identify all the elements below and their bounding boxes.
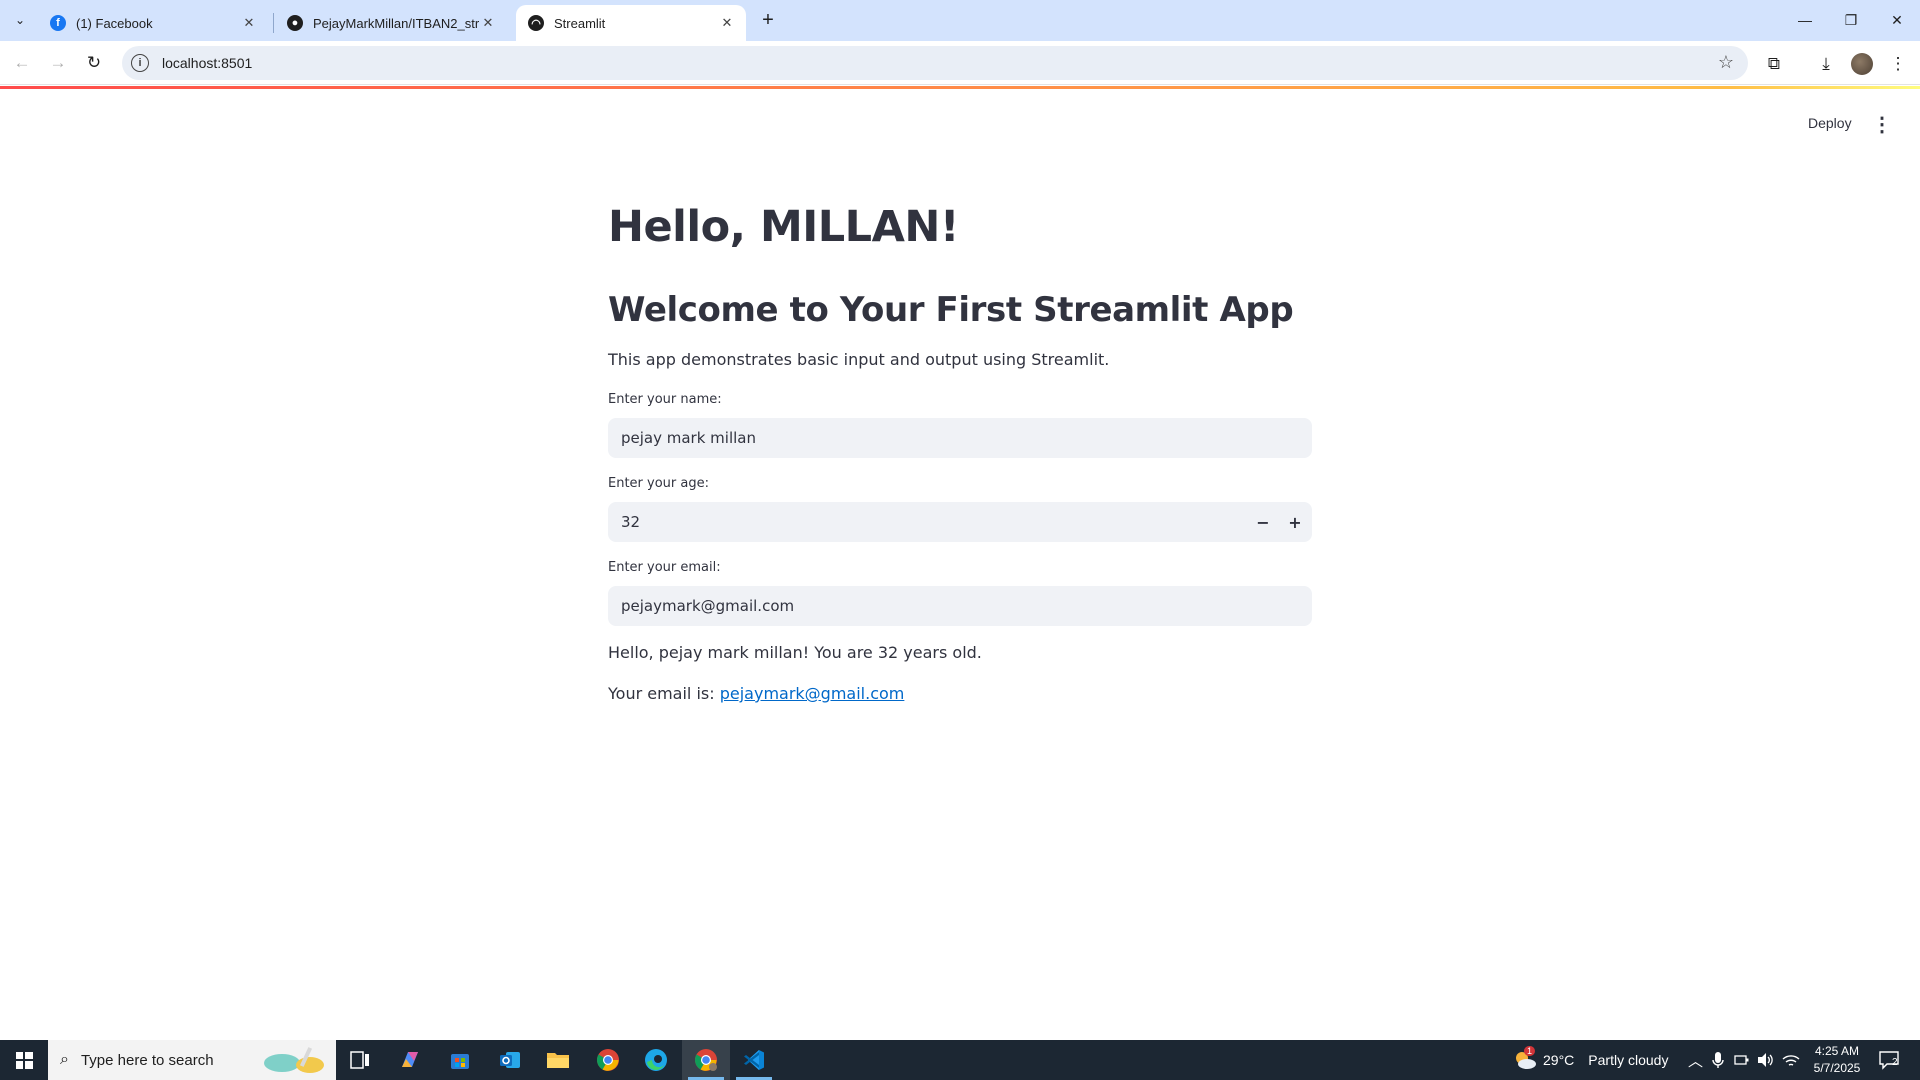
windows-taskbar: ⌕ Type here to search 1 29°C Partly clou… xyxy=(0,1040,1920,1080)
streamlit-top-decoration-bar xyxy=(0,86,1920,89)
email-input[interactable]: pejaymark@gmail.com xyxy=(608,586,1312,626)
new-tab-icon[interactable]: + xyxy=(756,8,780,32)
weather-widget[interactable]: 1 29°C Partly cloudy xyxy=(1512,1040,1668,1080)
notification-count: 2 xyxy=(1892,1057,1898,1068)
tab-title: Streamlit xyxy=(554,15,606,31)
downloads-icon[interactable]: ⤓ xyxy=(1812,50,1840,78)
browser-tab-bar: ⌄ f (1) Facebook ✕ ● PejayMarkMillan/ITB… xyxy=(0,0,1920,41)
streamlit-icon: ◠ xyxy=(528,15,544,31)
tab-search-chevron-icon[interactable]: ⌄ xyxy=(8,8,32,32)
tab-divider xyxy=(273,13,274,33)
browser-toolbar: ← → ↻ i localhost:8501 ☆ ⧉ ⤓ ⋮ xyxy=(0,41,1920,85)
tab-github[interactable]: ● PejayMarkMillan/ITBAN2_streamlit ✕ xyxy=(275,5,507,41)
bookmark-star-icon[interactable]: ☆ xyxy=(1718,52,1734,73)
facebook-icon: f xyxy=(50,15,66,31)
chrome-profile-taskbar-icon[interactable] xyxy=(682,1040,730,1080)
site-info-icon[interactable]: i xyxy=(131,54,149,72)
edge-icon[interactable] xyxy=(632,1040,680,1080)
tab-facebook[interactable]: f (1) Facebook ✕ xyxy=(38,5,268,41)
profile-avatar[interactable] xyxy=(1848,50,1876,78)
weather-alert-badge: 1 xyxy=(1524,1046,1536,1056)
search-icon: ⌕ xyxy=(60,1051,69,1068)
page-title: Hello, MILLAN! xyxy=(608,202,959,252)
task-view-icon[interactable] xyxy=(336,1040,384,1080)
file-explorer-icon[interactable] xyxy=(534,1040,582,1080)
search-placeholder: Type here to search xyxy=(80,1051,214,1069)
close-tab-icon[interactable]: ✕ xyxy=(240,14,258,32)
app-description: This app demonstrates basic input and ou… xyxy=(608,350,1110,369)
wifi-network-icon[interactable] xyxy=(1782,1040,1800,1080)
address-bar[interactable]: i localhost:8501 ☆ xyxy=(122,46,1748,80)
age-decrement-button[interactable]: − xyxy=(1247,502,1279,542)
tab-title: (1) Facebook xyxy=(76,15,153,31)
vscode-icon[interactable] xyxy=(730,1040,778,1080)
close-tab-icon[interactable]: ✕ xyxy=(718,14,736,32)
email-output-prefix: Your email is: xyxy=(608,684,720,703)
close-tab-icon[interactable]: ✕ xyxy=(479,14,497,32)
clock-time: 4:25 AM xyxy=(1814,1044,1860,1058)
taskbar-search-box[interactable]: ⌕ Type here to search xyxy=(48,1040,336,1080)
age-increment-button[interactable]: + xyxy=(1279,502,1311,542)
outlook-icon[interactable] xyxy=(486,1040,534,1080)
extensions-puzzle-icon[interactable]: ⧉ xyxy=(1760,50,1788,78)
age-value[interactable]: 32 xyxy=(621,513,640,531)
email-output: Your email is: pejaymark@gmail.com xyxy=(608,684,904,703)
avatar-icon xyxy=(1851,53,1873,75)
url-text[interactable]: localhost:8501 xyxy=(162,55,252,71)
email-mailto-link[interactable]: pejaymark@gmail.com xyxy=(720,684,905,703)
tray-overflow-chevron-icon[interactable]: ︿ xyxy=(1688,1040,1703,1080)
name-input[interactable]: pejay mark millan xyxy=(608,418,1312,458)
copilot-icon[interactable] xyxy=(386,1040,434,1080)
age-field-label: Enter your age: xyxy=(608,476,709,491)
page-subtitle: Welcome to Your First Streamlit App xyxy=(608,290,1294,330)
email-field-label: Enter your email: xyxy=(608,560,721,575)
chrome-icon[interactable] xyxy=(584,1040,632,1080)
forward-arrow-icon[interactable]: → xyxy=(44,49,72,77)
back-arrow-icon[interactable]: ← xyxy=(8,49,36,77)
weather-condition: Partly cloudy xyxy=(1588,1052,1669,1068)
tab-streamlit[interactable]: ◠ Streamlit ✕ xyxy=(516,5,746,41)
battery-plug-icon[interactable] xyxy=(1734,1040,1750,1080)
browser-menu-icon[interactable]: ⋮ xyxy=(1884,50,1912,78)
close-window-icon[interactable]: ✕ xyxy=(1874,0,1920,40)
windows-logo-icon xyxy=(15,1051,33,1069)
main-menu-kebab-icon[interactable]: ⋮ xyxy=(1870,111,1894,137)
clock-date: 5/7/2025 xyxy=(1813,1061,1861,1075)
speaker-volume-icon[interactable] xyxy=(1756,1040,1774,1080)
microphone-icon[interactable] xyxy=(1712,1040,1724,1080)
name-field-label: Enter your name: xyxy=(608,392,722,407)
restore-icon[interactable]: ❐ xyxy=(1828,0,1874,40)
tab-title: PejayMarkMillan/ITBAN2_streamlit xyxy=(313,15,479,31)
microsoft-store-icon[interactable] xyxy=(436,1040,484,1080)
notification-center-icon[interactable]: 2 xyxy=(1874,1048,1904,1072)
reload-icon[interactable]: ↻ xyxy=(80,49,108,77)
start-button[interactable] xyxy=(0,1040,48,1080)
weather-temperature: 29°C xyxy=(1543,1052,1575,1068)
minimize-icon[interactable]: — xyxy=(1782,0,1828,40)
taskbar-clock[interactable]: 4:25 AM 5/7/2025 xyxy=(1806,1043,1868,1077)
search-highlight-art-icon xyxy=(264,1047,324,1073)
greeting-output: Hello, pejay mark millan! You are 32 yea… xyxy=(608,643,982,662)
age-number-input: 32 − + xyxy=(608,502,1312,542)
github-icon: ● xyxy=(287,15,303,31)
deploy-button[interactable]: Deploy xyxy=(1800,111,1860,135)
